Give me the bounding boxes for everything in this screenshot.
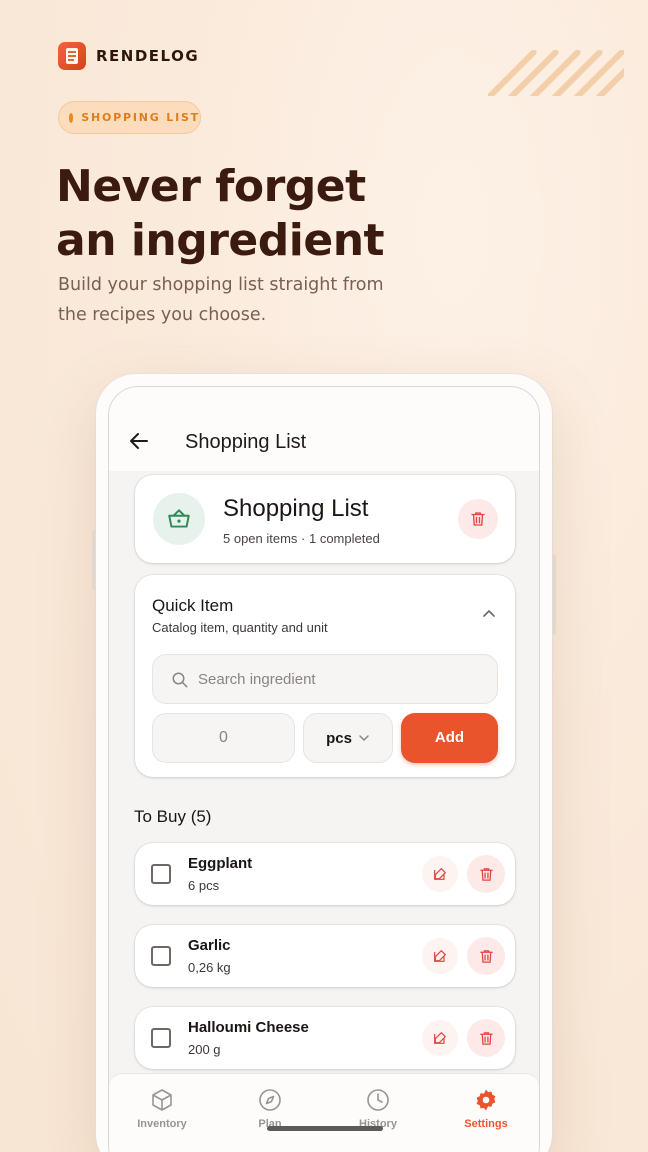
edit-icon xyxy=(434,950,446,962)
trash-icon xyxy=(479,949,493,963)
item-name: Halloumi Cheese xyxy=(188,1019,309,1036)
item-quantity: 6 pcs xyxy=(188,878,220,893)
section-badge: SHOPPING LIST xyxy=(58,101,201,134)
nav-label: Inventory xyxy=(137,1118,187,1130)
list-title: Shopping List xyxy=(223,495,369,522)
app-bar: Shopping List xyxy=(109,387,539,471)
chevron-up-icon[interactable] xyxy=(481,605,497,621)
brand-logo-icon xyxy=(58,42,86,70)
quick-item-subtitle: Catalog item, quantity and unit xyxy=(152,620,328,635)
list-item: Garlic 0,26 kg xyxy=(135,925,515,987)
cube-icon xyxy=(152,1089,172,1111)
nav-settings[interactable]: Settings xyxy=(446,1088,526,1130)
item-name: Eggplant xyxy=(188,855,253,872)
gear-icon xyxy=(476,1089,496,1111)
badge-dot-icon xyxy=(69,112,74,123)
clock-icon xyxy=(367,1089,389,1111)
nav-plan[interactable]: Plan xyxy=(230,1088,310,1130)
delete-item-button[interactable] xyxy=(467,1019,505,1057)
delete-item-button[interactable] xyxy=(467,855,505,893)
nav-inventory[interactable]: Inventory xyxy=(122,1088,202,1130)
unit-value: pcs xyxy=(326,729,352,747)
item-checkbox[interactable] xyxy=(151,1028,171,1048)
search-icon xyxy=(172,672,188,688)
basket-icon xyxy=(153,493,205,545)
phone-side-button xyxy=(552,555,556,635)
hero-subtitle: Build your shopping list straight from t… xyxy=(58,275,384,325)
hero-headline: Never forget an ingredient xyxy=(56,160,385,268)
edit-icon xyxy=(434,868,446,880)
trash-icon xyxy=(479,867,493,881)
badge-label: SHOPPING LIST xyxy=(81,111,200,124)
delete-item-button[interactable] xyxy=(467,937,505,975)
quantity-field[interactable]: 0 xyxy=(152,713,295,763)
item-name: Garlic xyxy=(188,937,231,954)
search-placeholder: Search ingredient xyxy=(198,671,316,688)
list-item: Halloumi Cheese 200 g xyxy=(135,1007,515,1069)
hero-line-2: an ingredient xyxy=(56,215,385,266)
back-arrow-icon[interactable] xyxy=(127,429,151,453)
edit-item-button[interactable] xyxy=(422,938,458,974)
delete-list-button[interactable] xyxy=(458,499,498,539)
shopping-list-header-card: Shopping List 5 open items · 1 completed xyxy=(135,475,515,563)
brand: RENDELOG xyxy=(58,42,199,70)
phone-screen: Shopping List Shopping List 5 open items… xyxy=(108,386,540,1152)
bottom-navigation: Inventory Plan History Settings xyxy=(109,1073,539,1152)
list-summary: 5 open items · 1 completed xyxy=(223,531,380,546)
decorative-stripes xyxy=(488,50,624,96)
unit-select[interactable]: pcs xyxy=(303,713,393,763)
edit-icon xyxy=(434,1032,446,1044)
add-button[interactable]: Add xyxy=(401,713,498,763)
home-indicator[interactable] xyxy=(267,1126,383,1131)
trash-icon xyxy=(479,1031,493,1045)
item-checkbox[interactable] xyxy=(151,864,171,884)
item-quantity: 0,26 kg xyxy=(188,960,231,975)
app-bar-title: Shopping List xyxy=(185,431,307,453)
nav-label: Settings xyxy=(464,1118,508,1130)
trash-icon xyxy=(471,512,485,526)
chevron-down-icon xyxy=(359,735,369,742)
nav-history[interactable]: History xyxy=(338,1088,418,1130)
item-checkbox[interactable] xyxy=(151,946,171,966)
compass-icon xyxy=(259,1089,281,1111)
hero-line-1: Never forget xyxy=(56,161,366,212)
quick-item-card: Quick Item Catalog item, quantity and un… xyxy=(135,575,515,777)
brand-name: RENDELOG xyxy=(96,47,200,65)
list-item: Eggplant 6 pcs xyxy=(135,843,515,905)
quick-item-title: Quick Item xyxy=(152,596,234,615)
search-input[interactable]: Search ingredient xyxy=(152,654,498,704)
edit-item-button[interactable] xyxy=(422,1020,458,1056)
to-buy-heading: To Buy (5) xyxy=(134,807,212,826)
edit-item-button[interactable] xyxy=(422,856,458,892)
item-quantity: 200 g xyxy=(188,1042,221,1057)
